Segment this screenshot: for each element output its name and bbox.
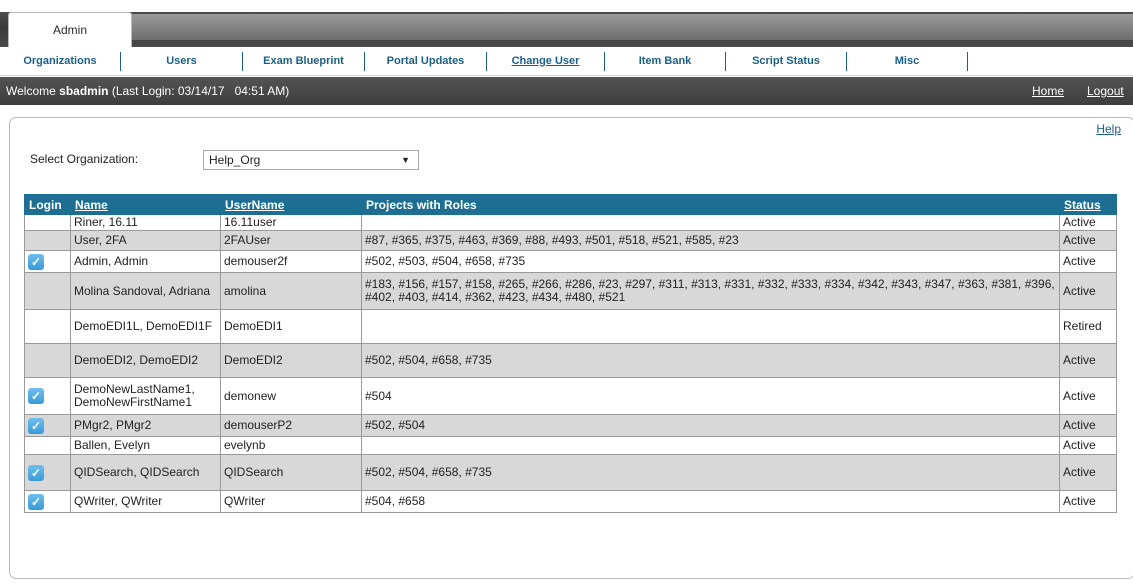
name-cell: DemoNewLastName1, DemoNewFirstName1 bbox=[70, 377, 221, 415]
main-nav: Organizations Users Exam Blueprint Portal U… bbox=[0, 47, 1133, 76]
table-row[interactable]: Ballen, Evelyn evelynb Active bbox=[24, 436, 1117, 455]
status-cell: Active bbox=[1059, 414, 1117, 437]
table-row[interactable]: Riner, 16.11 16.11user Active bbox=[24, 214, 1117, 231]
login-cell: ✓ bbox=[24, 454, 71, 491]
projects-cell bbox=[361, 436, 1060, 455]
users-table: Login Name UserName Projects with Roles … bbox=[24, 194, 1117, 513]
welcome-bar: Welcome sbadmin (Last Login: 03/14/17 04… bbox=[0, 77, 1133, 105]
status-cell: Active bbox=[1059, 377, 1117, 415]
username-cell: evelynb bbox=[220, 436, 362, 455]
login-cell: ✓ bbox=[24, 377, 71, 415]
status-cell: Active bbox=[1059, 230, 1117, 251]
projects-cell: #502, #504, #658, #735 bbox=[361, 343, 1060, 378]
login-checkbox-icon[interactable]: ✓ bbox=[28, 417, 44, 434]
login-checkbox-icon[interactable]: ✓ bbox=[28, 493, 44, 510]
table-row[interactable]: User, 2FA 2FAUser #87, #365, #375, #463, #… bbox=[24, 230, 1117, 251]
table-row[interactable]: ✓ QIDSearch, QIDSearch QIDSearch #502, #504… bbox=[24, 454, 1117, 491]
status-cell: Active bbox=[1059, 214, 1117, 231]
username-cell: QIDSearch bbox=[220, 454, 362, 491]
username-cell: QWriter bbox=[220, 490, 362, 513]
login-cell bbox=[24, 230, 71, 251]
username-cell: amolina bbox=[220, 272, 362, 310]
tab-admin[interactable]: Admin bbox=[8, 12, 132, 47]
username-cell: DemoEDI2 bbox=[220, 343, 362, 378]
login-cell bbox=[24, 272, 71, 310]
status-cell: Retired bbox=[1059, 309, 1117, 344]
projects-cell: #87, #365, #375, #463, #369, #88, #493, … bbox=[361, 230, 1060, 251]
username-cell: DemoEDI1 bbox=[220, 309, 362, 344]
login-cell bbox=[24, 214, 71, 231]
name-cell: User, 2FA bbox=[70, 230, 221, 251]
login-checkbox-icon[interactable]: ✓ bbox=[28, 464, 44, 481]
table-row[interactable]: ✓ PMgr2, PMgr2 demouserP2 #502, #504 Active bbox=[24, 414, 1117, 437]
nav-portal-updates[interactable]: Portal Updates bbox=[365, 51, 487, 71]
login-cell bbox=[24, 436, 71, 455]
logout-link[interactable]: Logout bbox=[1087, 77, 1124, 105]
name-cell: QIDSearch, QIDSearch bbox=[70, 454, 221, 491]
nav-misc[interactable]: Misc bbox=[847, 51, 968, 71]
header-status-sort[interactable]: Status bbox=[1059, 194, 1117, 215]
nav-script-status[interactable]: Script Status bbox=[726, 51, 847, 71]
nav-change-user[interactable]: Change User bbox=[487, 51, 605, 71]
table-row[interactable]: Molina Sandoval, Adriana amolina #183, #15… bbox=[24, 272, 1117, 310]
status-cell: Active bbox=[1059, 250, 1117, 273]
header-login: Login bbox=[24, 194, 71, 215]
name-cell: QWriter, QWriter bbox=[70, 490, 221, 513]
status-cell: Active bbox=[1059, 436, 1117, 455]
projects-cell: #502, #503, #504, #658, #735 bbox=[361, 250, 1060, 273]
status-cell: Active bbox=[1059, 454, 1117, 491]
projects-cell bbox=[361, 214, 1060, 231]
table-row[interactable]: ✓ QWriter, QWriter QWriter #504, #658 Active bbox=[24, 490, 1117, 513]
login-checkbox-icon[interactable]: ✓ bbox=[28, 253, 44, 270]
dropdown-arrow-icon: ▼ bbox=[401, 155, 410, 165]
username-cell: demouserP2 bbox=[220, 414, 362, 437]
top-tab-bar: Admin bbox=[0, 0, 1133, 47]
login-cell bbox=[24, 343, 71, 378]
nav-exam-blueprint[interactable]: Exam Blueprint bbox=[243, 51, 365, 71]
login-checkbox-icon[interactable]: ✓ bbox=[28, 388, 44, 404]
current-username: sbadmin bbox=[59, 84, 109, 98]
login-cell: ✓ bbox=[24, 490, 71, 513]
projects-cell bbox=[361, 309, 1060, 344]
projects-cell: #502, #504 bbox=[361, 414, 1060, 437]
name-cell: DemoEDI1L, DemoEDI1F bbox=[70, 309, 221, 344]
login-cell bbox=[24, 309, 71, 344]
last-login: (Last Login: 03/14/17 04:51 AM) bbox=[111, 84, 290, 98]
status-cell: Active bbox=[1059, 272, 1117, 310]
name-cell: Admin, Admin bbox=[70, 250, 221, 273]
welcome-message: Welcome sbadmin (Last Login: 03/14/17 04… bbox=[6, 84, 290, 98]
projects-cell: #502, #504, #658, #735 bbox=[361, 454, 1060, 491]
help-link[interactable]: Help bbox=[1096, 122, 1121, 136]
name-cell: PMgr2, PMgr2 bbox=[70, 414, 221, 437]
projects-cell: #504 bbox=[361, 377, 1060, 415]
status-cell: Active bbox=[1059, 490, 1117, 513]
username-cell: demouser2f bbox=[220, 250, 362, 273]
name-cell: DemoEDI2, DemoEDI2 bbox=[70, 343, 221, 378]
nav-organizations[interactable]: Organizations bbox=[0, 51, 121, 71]
name-cell: Molina Sandoval, Adriana bbox=[70, 272, 221, 310]
name-cell: Ballen, Evelyn bbox=[70, 436, 221, 455]
organization-select[interactable]: Help_Org ▼ bbox=[203, 150, 419, 170]
name-cell: Riner, 16.11 bbox=[70, 214, 221, 231]
username-cell: 2FAUser bbox=[220, 230, 362, 251]
login-cell: ✓ bbox=[24, 414, 71, 437]
nav-item-bank[interactable]: Item Bank bbox=[605, 51, 726, 71]
table-row[interactable]: ✓ DemoNewLastName1, DemoNewFirstName1 demo… bbox=[24, 377, 1117, 415]
status-cell: Active bbox=[1059, 343, 1117, 378]
login-cell: ✓ bbox=[24, 250, 71, 273]
table-row[interactable]: DemoEDI2, DemoEDI2 DemoEDI2 #502, #504, #6… bbox=[24, 343, 1117, 378]
table-header-row: Login Name UserName Projects with Roles … bbox=[24, 194, 1117, 215]
projects-cell: #183, #156, #157, #158, #265, #266, #286… bbox=[361, 272, 1060, 310]
header-name-sort[interactable]: Name bbox=[70, 194, 221, 215]
table-row[interactable]: DemoEDI1L, DemoEDI1F DemoEDI1 Retired bbox=[24, 309, 1117, 344]
select-organization-label: Select Organization: bbox=[30, 152, 139, 166]
projects-cell: #504, #658 bbox=[361, 490, 1060, 513]
username-cell: 16.11user bbox=[220, 214, 362, 231]
header-projects: Projects with Roles bbox=[361, 194, 1060, 215]
home-link[interactable]: Home bbox=[1032, 77, 1064, 105]
table-row[interactable]: ✓ Admin, Admin demouser2f #502, #503, #504,… bbox=[24, 250, 1117, 273]
nav-users[interactable]: Users bbox=[121, 51, 243, 71]
header-username-sort[interactable]: UserName bbox=[220, 194, 362, 215]
username-cell: demonew bbox=[220, 377, 362, 415]
